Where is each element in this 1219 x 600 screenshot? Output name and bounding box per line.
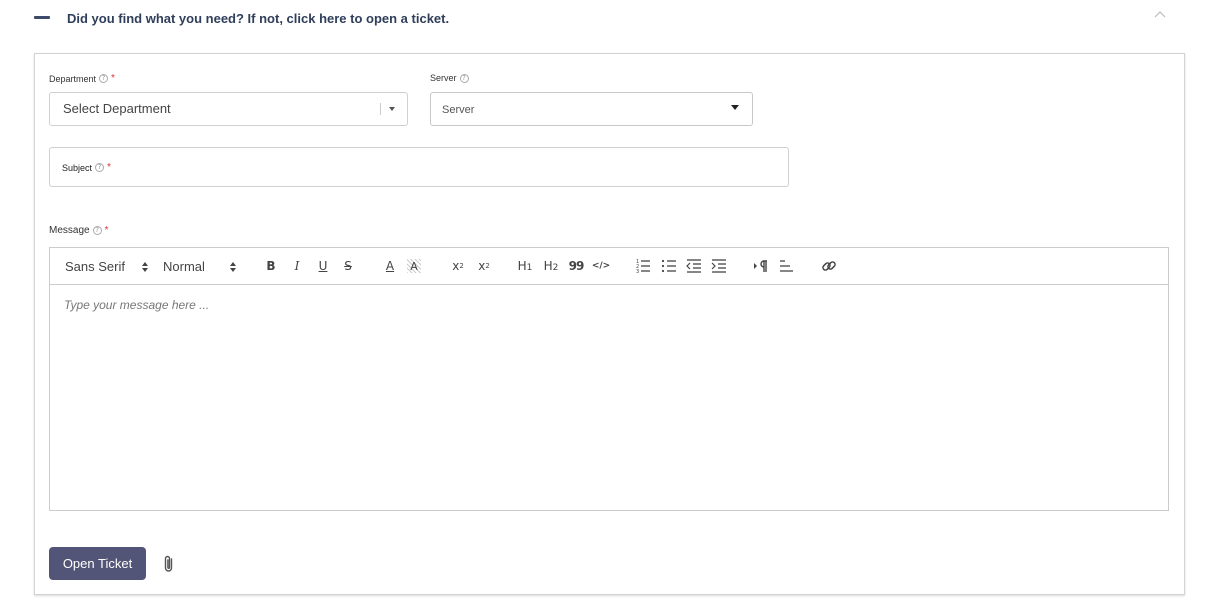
size-picker[interactable]: Normal [163, 248, 205, 285]
server-label: Server ? [430, 73, 469, 83]
message-label: Message ? * [49, 225, 108, 236]
help-icon[interactable]: ? [99, 74, 109, 83]
minus-icon[interactable] [34, 16, 50, 19]
server-select-value: Server [442, 104, 475, 116]
server-label-text: Server [430, 73, 457, 83]
indent-icon[interactable] [710, 257, 728, 275]
department-select[interactable]: Select Department [49, 92, 408, 126]
blockquote-button[interactable]: 99 [567, 257, 585, 275]
department-label: Department ? * [49, 73, 115, 84]
caret-down-icon[interactable] [389, 107, 395, 111]
ticket-form-panel: Department ? * Select Department Server … [34, 53, 1185, 595]
subscript-base: x [452, 259, 460, 273]
server-select[interactable]: Server [430, 92, 753, 126]
subject-label-text: Subject [62, 162, 93, 173]
text-color-button[interactable]: A [381, 257, 399, 275]
updown-icon[interactable] [141, 260, 149, 274]
superscript-button[interactable]: x2 [473, 257, 495, 275]
align-icon[interactable] [777, 257, 795, 275]
chevron-up-icon[interactable] [1154, 9, 1166, 19]
editor-toolbar: Sans Serif Normal B I U S A A x2 x 2 H 1… [50, 248, 1168, 285]
svg-text:3: 3 [636, 269, 639, 275]
font-picker[interactable]: Sans Serif [65, 248, 125, 285]
message-textarea[interactable]: Type your message here ... [50, 286, 1168, 510]
header1-button[interactable]: H1 [515, 257, 535, 275]
help-icon[interactable]: ? [92, 226, 102, 235]
message-placeholder: Type your message here ... [64, 298, 210, 312]
select-separator [380, 103, 381, 115]
subscript-button[interactable]: x2 [447, 257, 469, 275]
required-mark: * [104, 225, 109, 236]
code-button[interactable]: </> [591, 257, 611, 275]
subscript-mark: 2 [459, 262, 464, 270]
required-mark: * [107, 162, 111, 173]
header2-mark: 2 [552, 262, 559, 273]
message-editor: Sans Serif Normal B I U S A A x2 x 2 H 1… [49, 247, 1169, 511]
help-icon[interactable]: ? [95, 163, 105, 172]
department-label-text: Department [49, 73, 97, 84]
font-picker-label: Sans Serif [65, 259, 125, 274]
superscript-base: x [478, 259, 486, 273]
help-icon[interactable]: ? [459, 73, 469, 83]
background-color-button[interactable]: A [407, 259, 421, 273]
subject-input[interactable]: Subject ? * [49, 147, 789, 187]
subject-label: Subject ? * [62, 162, 111, 173]
outdent-icon[interactable] [685, 257, 703, 275]
text-direction-icon[interactable] [752, 257, 770, 275]
header2-base: H [543, 259, 553, 273]
required-mark: * [111, 73, 115, 84]
superscript-mark: 2 [485, 262, 490, 270]
ticket-page: Did you find what you need? If not, clic… [0, 0, 1219, 600]
message-label-text: Message [49, 225, 90, 236]
link-icon[interactable] [820, 257, 838, 275]
header1-mark: 1 [526, 262, 533, 273]
open-ticket-button[interactable]: Open Ticket [49, 547, 146, 580]
header2-button[interactable]: H2 [541, 257, 561, 275]
strike-button[interactable]: S [339, 257, 357, 275]
header1-base: H [517, 259, 527, 273]
bold-button[interactable]: B [262, 257, 280, 275]
caret-down-icon[interactable] [731, 105, 739, 110]
accordion-header[interactable]: Did you find what you need? If not, clic… [0, 0, 1219, 36]
ordered-list-icon[interactable]: 1 2 3 [634, 257, 652, 275]
paperclip-icon[interactable] [162, 554, 176, 574]
department-select-value: Select Department [63, 101, 171, 116]
updown-icon[interactable] [229, 260, 237, 274]
italic-button[interactable]: I [288, 257, 306, 275]
underline-button[interactable]: U [314, 257, 332, 275]
size-picker-label: Normal [163, 259, 205, 274]
accordion-title[interactable]: Did you find what you need? If not, clic… [67, 11, 449, 26]
bullet-list-icon[interactable] [660, 257, 678, 275]
